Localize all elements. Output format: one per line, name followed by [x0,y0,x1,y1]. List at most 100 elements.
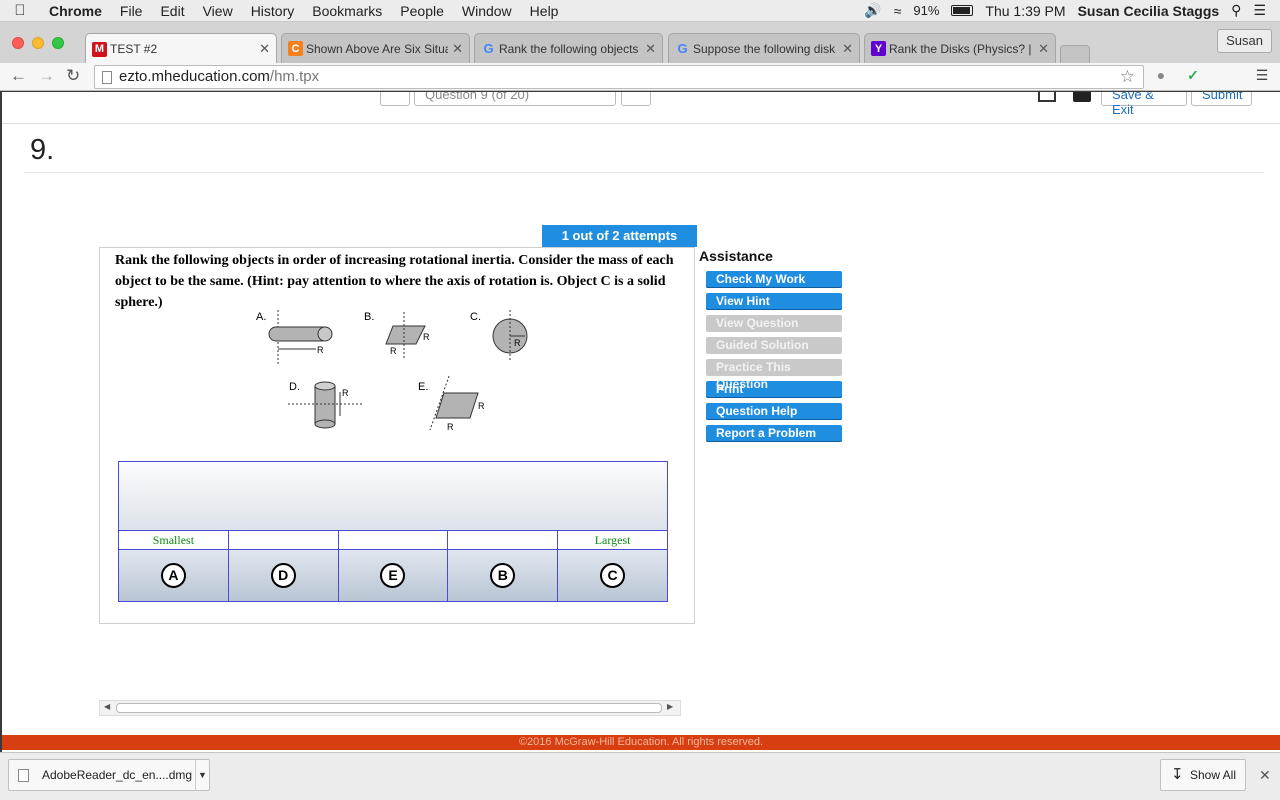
close-tab-icon[interactable]: ✕ [842,41,853,57]
close-window-button[interactable] [12,37,24,49]
menu-help[interactable]: Help [521,3,568,19]
notification-center-icon[interactable]: ☰ [1253,2,1266,19]
menu-view[interactable]: View [194,3,242,19]
scrollbar-thumb[interactable] [116,703,662,713]
print-icon[interactable] [1038,92,1056,102]
rank-slot[interactable]: A [119,550,229,601]
page-icon [102,71,112,84]
menu-bookmarks[interactable]: Bookmarks [303,3,391,19]
rank-item-d[interactable]: D [270,563,296,588]
file-icon [18,769,29,782]
basket-icon[interactable] [1073,92,1091,102]
object-e-plate-icon: E. R R [418,375,485,432]
label-c: C. [470,311,481,323]
object-c-sphere-icon: C. R [470,310,528,362]
rank-slot[interactable]: E [338,550,449,601]
objects-figure: A. R B. R R C. R D. R E. R R [256,310,528,432]
horizontal-scrollbar[interactable]: ◀ ▶ [99,700,681,716]
close-tab-icon[interactable]: ✕ [1038,41,1049,57]
new-tab-button[interactable] [1060,45,1090,63]
divider [24,172,1264,173]
tab-rank-disks[interactable]: Y Rank the Disks (Physics? | ✕ [864,33,1056,63]
menu-window[interactable]: Window [453,3,521,19]
view-hint-button[interactable]: View Hint [706,293,842,310]
zoom-window-button[interactable] [52,37,64,49]
tab-rank-objects[interactable]: G Rank the following objects ✕ [474,33,663,63]
label-a: A. [256,311,266,323]
svg-text:R: R [514,338,521,348]
reload-icon[interactable]: ↻ [66,66,80,86]
menu-history[interactable]: History [242,3,304,19]
print-button[interactable]: Print [706,381,842,398]
object-d-cylinder-icon: D. R [288,381,362,429]
tab-suppose-disk[interactable]: G Suppose the following disk ✕ [668,33,860,63]
scroll-right-arrow-icon[interactable]: ▶ [667,702,673,711]
download-icon: ↧ [1171,766,1184,783]
svg-text:R: R [342,388,349,398]
bookmark-star-icon[interactable]: ☆ [1120,66,1135,88]
rank-label [229,531,339,549]
minimize-window-button[interactable] [32,37,44,49]
check-my-work-button[interactable]: Check My Work [706,271,842,288]
close-tab-icon[interactable]: ✕ [259,41,270,57]
svg-text:R: R [317,345,324,355]
browser-toolbar: ← → ↻ ezto.mheducation.com/hm.tpx ☆ ● ✓ … [0,63,1280,91]
menu-people[interactable]: People [391,3,453,19]
battery-icon[interactable] [951,5,974,16]
tab-strip: M TEST #2 ✕ C Shown Above Are Six Situa … [0,22,1280,64]
spotlight-search-icon[interactable]: ⚲ [1231,2,1241,19]
question-select[interactable]: Question 9 (of 20) [414,92,616,106]
back-arrow-icon[interactable]: ← [10,66,27,86]
drag-source-area[interactable] [119,462,667,531]
menu-file[interactable]: File [111,3,152,19]
shield-extension-icon[interactable]: ✓ [1183,67,1203,87]
report-problem-button[interactable]: Report a Problem [706,425,842,442]
menu-edit[interactable]: Edit [151,3,193,19]
address-bar[interactable]: ezto.mheducation.com/hm.tpx ☆ [94,65,1144,89]
forward-arrow-icon[interactable]: → [38,66,55,86]
apple-icon[interactable]:  [0,2,40,19]
user-name[interactable]: Susan Cecilia Staggs [1078,3,1220,19]
chegg-favicon-icon: C [288,41,303,56]
rank-item-e[interactable]: E [380,563,406,588]
mac-menu-bar:  Chrome File Edit View History Bookmark… [0,0,1280,22]
rank-item-b[interactable]: B [490,563,516,588]
show-all-button[interactable]: ↧ Show All [1160,759,1246,791]
close-icon[interactable]: ✕ [1259,767,1271,784]
extension-cat-icon[interactable]: ● [1151,67,1171,87]
svg-text:R: R [447,422,454,432]
tab-test-2[interactable]: M TEST #2 ✕ [85,33,277,64]
wifi-icon[interactable]: ≈ [894,3,902,19]
profile-button[interactable]: Susan [1217,29,1272,53]
prev-question-button[interactable] [380,92,410,106]
object-a-rod-icon: A. R [256,310,333,364]
google-favicon-icon: G [483,41,494,56]
submit-button[interactable]: Submit [1191,92,1252,106]
rank-item-c[interactable]: C [600,563,626,588]
rank-slot[interactable]: B [448,550,559,601]
ranking-widget: Smallest Largest A D E B C [118,461,668,602]
rank-label [448,531,559,549]
question-help-button[interactable]: Question Help [706,403,842,420]
tab-title: Shown Above Are Six Situa [306,41,449,56]
rank-item-a[interactable]: A [160,563,186,588]
close-tab-icon[interactable]: ✕ [452,41,463,57]
scroll-left-arrow-icon[interactable]: ◀ [104,702,110,711]
guided-solution-button: Guided Solution [706,337,842,354]
volume-icon[interactable]: 🔊 [864,2,881,19]
chrome-menu-icon[interactable]: ☰ [1252,67,1272,87]
rank-labels-row: Smallest Largest [119,531,667,550]
save-exit-button[interactable]: Save & Exit [1101,92,1187,117]
chevron-down-icon[interactable]: ▼ [195,760,209,790]
svg-text:R: R [478,401,485,411]
next-question-button[interactable] [621,92,651,106]
rank-slot[interactable]: D [228,550,339,601]
tab-title: Rank the following objects [499,41,639,56]
downloads-bar: AdobeReader_dc_en....dmg ▼ ↧ Show All ✕ [0,752,1280,800]
download-item[interactable]: AdobeReader_dc_en....dmg ▼ [8,759,210,791]
menu-chrome[interactable]: Chrome [40,3,111,19]
tab-shown-above[interactable]: C Shown Above Are Six Situa ✕ [281,33,470,63]
rank-slot[interactable]: C [558,550,667,601]
clock[interactable]: Thu 1:39 PM [985,3,1065,19]
close-tab-icon[interactable]: ✕ [645,41,656,57]
